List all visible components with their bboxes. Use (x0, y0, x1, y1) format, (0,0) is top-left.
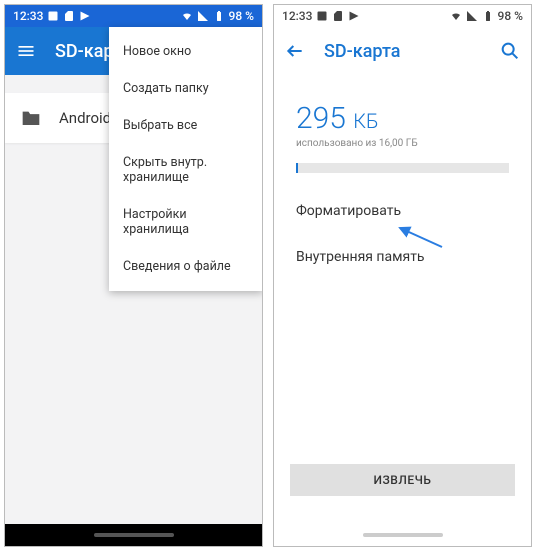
battery-icon (213, 10, 225, 22)
status-bar: 12:33 98 % (5, 5, 262, 27)
storage-size: 295 КБ (296, 101, 509, 136)
eject-button[interactable]: ИЗВЛЕЧЬ (290, 464, 515, 496)
menu-storage-settings[interactable]: Настройки хранилища (109, 196, 263, 248)
screenshot-icon (47, 10, 59, 22)
folder-icon (21, 110, 41, 126)
storage-bar (296, 163, 509, 173)
phone-right: 12:33 98 % SD-карта (273, 4, 532, 547)
status-time: 12:33 (282, 9, 312, 23)
pointer-arrow-icon (394, 225, 444, 249)
menu-file-info[interactable]: Сведения о файле (109, 248, 263, 285)
action-format[interactable]: Форматировать (296, 203, 509, 219)
screenshot-icon (316, 10, 328, 22)
storage-bar-fill (296, 163, 298, 173)
action-internal-memory[interactable]: Внутренняя память (296, 249, 509, 265)
storage-subtext: использовано из 16,00 ГБ (296, 138, 509, 149)
play-icon (348, 10, 360, 22)
menu-new-window[interactable]: Новое окно (109, 33, 263, 70)
status-time: 12:33 (13, 9, 43, 23)
menu-new-folder[interactable]: Создать папку (109, 70, 263, 107)
menu-select-all[interactable]: Выбрать все (109, 107, 263, 144)
overflow-menu: Новое окно Создать папку Выбрать все Скр… (109, 27, 263, 291)
back-icon[interactable] (284, 40, 306, 62)
wifi-icon (181, 10, 193, 22)
app-bar: SD-карта (274, 27, 531, 75)
menu-icon[interactable] (15, 40, 37, 62)
nav-bar[interactable] (5, 524, 262, 546)
nav-pill-icon (94, 533, 174, 537)
status-bar: 12:33 98 % (274, 5, 531, 27)
storage-size-value: 295 (296, 101, 346, 136)
wifi-icon (450, 10, 462, 22)
signal-icon (197, 10, 209, 22)
nav-pill-icon (363, 533, 443, 537)
phone-left: 12:33 98 % SD-карта (4, 4, 263, 547)
battery-icon (482, 10, 494, 22)
status-battery: 98 % (498, 9, 523, 23)
search-icon[interactable] (499, 40, 521, 62)
play-icon (79, 10, 91, 22)
storage-detail: 295 КБ использовано из 16,00 ГБ Форматир… (274, 75, 531, 524)
sd-icon (332, 10, 344, 22)
sd-icon (63, 10, 75, 22)
page-title: SD-карта (324, 41, 499, 62)
menu-hide-internal[interactable]: Скрыть внутр. хранилище (109, 144, 263, 196)
nav-bar[interactable] (274, 524, 531, 546)
folder-name: Android (59, 109, 111, 127)
signal-icon (466, 10, 478, 22)
storage-size-unit: КБ (353, 109, 378, 133)
status-battery: 98 % (229, 9, 254, 23)
